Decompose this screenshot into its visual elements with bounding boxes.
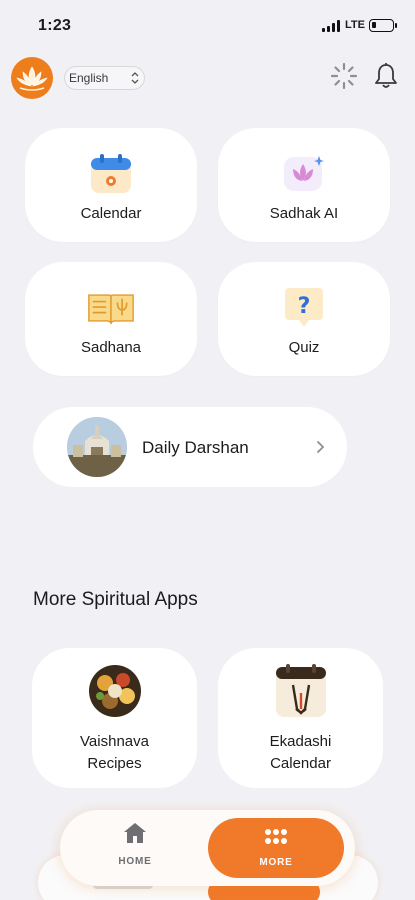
calendar-label: Calendar: [80, 205, 142, 222]
tab-home-label: HOME: [118, 856, 152, 867]
sadhak-ai-label: Sadhak AI: [269, 205, 339, 222]
language-value: English: [69, 71, 109, 85]
network-label: LTE: [345, 19, 365, 31]
lotus-logo-icon[interactable]: [11, 57, 53, 99]
sadhana-label: Sadhana: [80, 339, 142, 356]
more-apps-title: More Spiritual Apps: [33, 589, 198, 610]
battery-icon: [369, 19, 397, 32]
ekadashi-calendar-label: Ekadashi Calendar: [218, 731, 383, 775]
tab-more-label: MORE: [259, 856, 293, 868]
sadhak-ai-card[interactable]: Sadhak AI: [218, 128, 390, 242]
quiz-icon: ?: [280, 284, 328, 332]
book-icon: [87, 284, 135, 332]
language-select[interactable]: English: [64, 66, 145, 90]
ekadashi-calendar-card[interactable]: Ekadashi Calendar: [218, 648, 383, 788]
food-plate-icon: [87, 663, 142, 718]
quiz-label: Quiz: [288, 339, 320, 356]
quiz-card[interactable]: ? Quiz: [218, 262, 390, 376]
ekadashi-line1: Ekadashi: [269, 733, 332, 750]
sadhak-ai-icon: [280, 150, 328, 198]
ekadashi-line2: Calendar: [270, 755, 331, 772]
bell-icon[interactable]: [373, 62, 399, 90]
sadhana-card[interactable]: Sadhana: [25, 262, 197, 376]
calendar-icon: [87, 150, 135, 198]
tab-more[interactable]: MORE: [208, 818, 344, 878]
chevron-updown-icon: [131, 71, 139, 88]
ekadashi-calendar-icon: [273, 663, 328, 718]
svg-text:?: ?: [298, 294, 311, 319]
tab-home[interactable]: HOME: [100, 822, 170, 874]
temple-avatar: [67, 417, 127, 477]
grid-dots-icon: [265, 828, 287, 850]
calendar-card[interactable]: Calendar: [25, 128, 197, 242]
daily-darshan-button[interactable]: Daily Darshan: [33, 407, 347, 487]
bottom-tab-bar: HOME MORE: [60, 810, 355, 886]
vaishnava-line1: Vaishnava: [80, 733, 149, 750]
home-icon: [123, 822, 147, 849]
status-bar: 1:23 LTE: [0, 0, 415, 52]
vaishnava-recipes-card[interactable]: Vaishnava Recipes: [32, 648, 197, 788]
gear-icon[interactable]: [330, 62, 358, 90]
daily-darshan-label: Daily Darshan: [142, 438, 249, 457]
status-time: 1:23: [38, 17, 72, 34]
vaishnava-line2: Recipes: [87, 755, 142, 772]
chevron-right-icon: [315, 439, 325, 460]
vaishnava-recipes-label: Vaishnava Recipes: [32, 731, 197, 775]
signal-icon: [322, 20, 342, 32]
